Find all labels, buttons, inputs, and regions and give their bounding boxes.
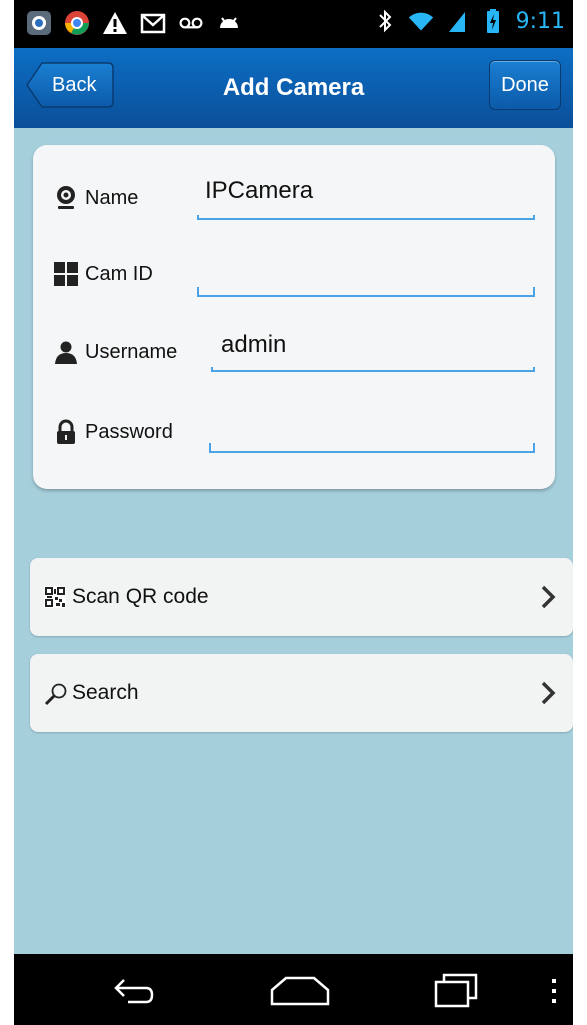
password-field-row: Password — [33, 403, 555, 463]
done-button-label: Done — [501, 74, 549, 96]
app-screen: 9:11 Back Add Camera Done Name IPCamera — [14, 0, 573, 1025]
wifi-icon — [408, 8, 434, 34]
grid-icon — [53, 261, 79, 287]
username-field-row: Username admin — [33, 323, 555, 383]
username-label: Username — [85, 341, 178, 363]
username-input[interactable]: admin — [221, 331, 535, 371]
name-input[interactable]: IPCamera — [205, 177, 535, 217]
back-nav-icon[interactable] — [112, 972, 156, 1013]
name-field-row: Name IPCamera — [33, 169, 555, 229]
cell-signal-icon — [444, 8, 470, 34]
camera-form-card: Name IPCamera Cam ID Username admin Pass — [33, 145, 555, 489]
gmail-icon — [140, 10, 166, 36]
home-nav-icon[interactable] — [270, 972, 330, 1013]
system-status-icons: 9:11 — [372, 8, 565, 34]
title-bar: Back Add Camera Done — [14, 48, 573, 128]
username-input-underline — [211, 367, 535, 372]
notification-icons — [26, 10, 242, 36]
chevron-right-icon — [539, 680, 557, 706]
done-button[interactable]: Done — [489, 60, 561, 110]
cam-id-label: Cam ID — [85, 263, 153, 285]
password-input-underline — [209, 443, 535, 453]
recents-nav-icon[interactable] — [434, 972, 478, 1013]
lock-icon — [53, 419, 79, 445]
password-label: Password — [85, 421, 173, 443]
android-icon — [216, 10, 242, 36]
search-label: Search — [72, 681, 139, 704]
scan-qr-code-row[interactable]: Scan QR code — [30, 558, 573, 636]
menu-overflow-icon[interactable] — [550, 978, 558, 1009]
webcam-icon — [53, 185, 79, 211]
warning-icon — [102, 10, 128, 36]
qr-code-icon — [44, 586, 66, 608]
user-icon — [53, 339, 79, 365]
name-input-underline — [197, 215, 535, 220]
scan-qr-code-label: Scan QR code — [72, 585, 209, 608]
search-icon — [44, 682, 67, 706]
cam-id-input-underline — [197, 287, 535, 297]
name-label: Name — [85, 187, 139, 209]
status-bar: 9:11 — [14, 0, 573, 48]
search-row[interactable]: Search — [30, 654, 573, 732]
system-nav-bar — [14, 954, 573, 1025]
chevron-right-icon — [539, 584, 557, 610]
cam-id-field-row: Cam ID — [33, 245, 555, 305]
bluetooth-icon — [372, 8, 398, 34]
status-time: 9:11 — [515, 8, 565, 34]
chrome-icon — [64, 10, 90, 36]
camera-app-icon — [26, 10, 52, 36]
voicemail-icon — [178, 10, 204, 36]
battery-charging-icon — [480, 8, 506, 34]
